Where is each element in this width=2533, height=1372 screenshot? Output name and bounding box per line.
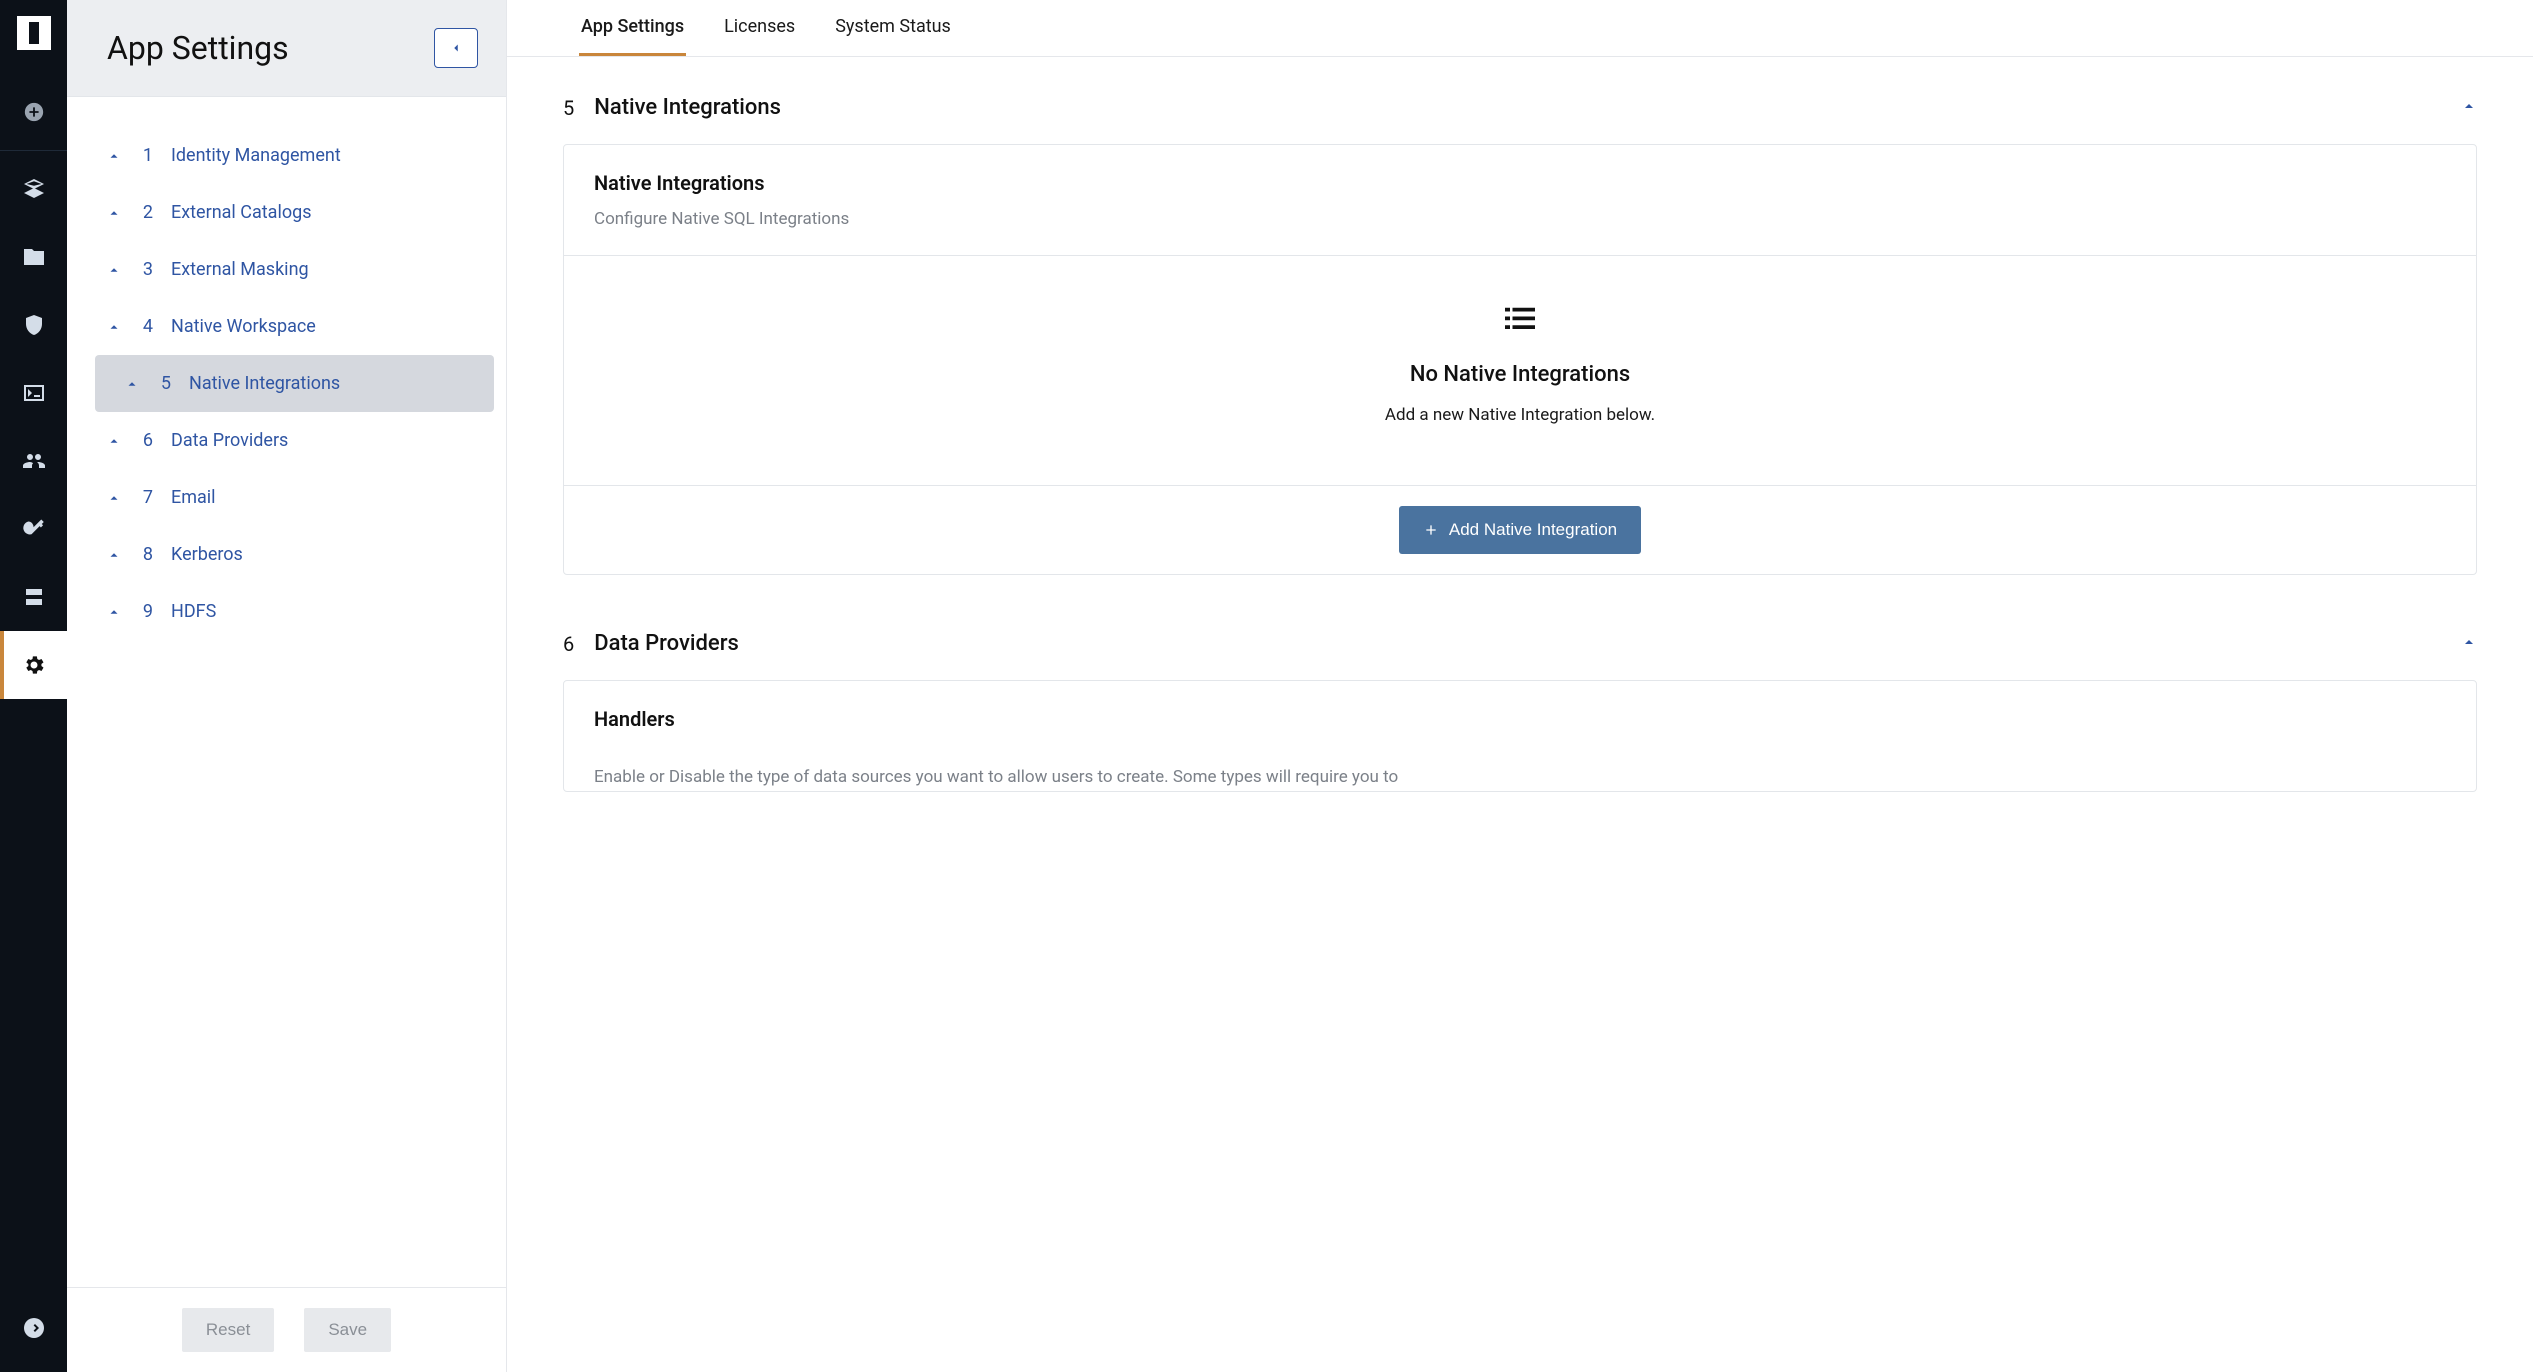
chevron-up-icon: [107, 149, 121, 163]
chevron-up-icon: [107, 548, 121, 562]
chevron-up-icon: [107, 206, 121, 220]
toc-label: Email: [171, 487, 216, 508]
card-head: Native Integrations Configure Native SQL…: [564, 145, 2476, 256]
section-title: Data Providers: [594, 631, 2441, 656]
gear-icon: [22, 653, 46, 677]
toc-item-email[interactable]: 7 Email: [67, 469, 476, 526]
app-logo[interactable]: [17, 16, 51, 50]
sidebar-footer: Reset Save: [67, 1287, 506, 1372]
nav-terminal[interactable]: [0, 359, 67, 427]
nav-collapse[interactable]: [0, 1294, 67, 1362]
toc-label: External Masking: [171, 259, 309, 280]
toc-num: 3: [139, 259, 153, 280]
card-title: Handlers: [594, 707, 2446, 731]
section-title: Native Integrations: [594, 95, 2441, 120]
chevron-up-icon: [107, 491, 121, 505]
toc-num: 9: [139, 601, 153, 622]
tab-app-settings[interactable]: App Settings: [579, 0, 686, 56]
toc-item-native-workspace[interactable]: 4 Native Workspace: [67, 298, 476, 355]
tabs: App Settings Licenses System Status: [507, 0, 2533, 57]
nav-folder[interactable]: [0, 223, 67, 291]
chevron-up-icon: [107, 434, 121, 448]
toc-num: 6: [139, 430, 153, 451]
plus-circle-icon: [23, 101, 45, 123]
native-integrations-card: Native Integrations Configure Native SQL…: [563, 144, 2477, 575]
toc-num: 1: [139, 145, 153, 166]
toc-item-native-integrations[interactable]: 5 Native Integrations: [95, 355, 494, 412]
toc-item-identity-management[interactable]: 1 Identity Management: [67, 127, 476, 184]
list-icon: [1505, 306, 1535, 332]
add-native-integration-button[interactable]: Add Native Integration: [1399, 506, 1641, 554]
nav-layers[interactable]: [0, 155, 67, 223]
folder-icon: [22, 245, 46, 269]
card-subtitle: Configure Native SQL Integrations: [594, 209, 2446, 229]
add-native-integration-label: Add Native Integration: [1449, 520, 1617, 540]
chevron-up-icon: [2461, 634, 2477, 654]
toc-item-kerberos[interactable]: 8 Kerberos: [67, 526, 476, 583]
nav-storage[interactable]: [0, 563, 67, 631]
arrow-right-circle-icon: [22, 1316, 46, 1340]
toc-label: Data Providers: [171, 430, 288, 451]
terminal-icon: [22, 381, 46, 405]
card-body: Enable or Disable the type of data sourc…: [564, 755, 2476, 791]
shield-icon: [22, 313, 46, 337]
tab-system-status[interactable]: System Status: [833, 0, 953, 56]
section-num: 5: [563, 96, 574, 120]
toc-label: Native Integrations: [189, 373, 340, 394]
main: App Settings Licenses System Status 5 Na…: [507, 0, 2533, 1372]
chevron-up-icon: [107, 605, 121, 619]
toc-item-external-catalogs[interactable]: 2 External Catalogs: [67, 184, 476, 241]
tab-licenses[interactable]: Licenses: [722, 0, 797, 56]
toc-num: 5: [157, 373, 171, 394]
sidebar-title: App Settings: [107, 29, 289, 67]
toc-item-external-masking[interactable]: 3 External Masking: [67, 241, 476, 298]
toc-num: 7: [139, 487, 153, 508]
settings-sidebar: App Settings 1 Identity Management 2 Ext…: [67, 0, 507, 1372]
toc-num: 2: [139, 202, 153, 223]
nav-key[interactable]: [0, 495, 67, 563]
empty-title: No Native Integrations: [594, 362, 2446, 387]
toc-num: 8: [139, 544, 153, 565]
toc-label: Kerberos: [171, 544, 243, 565]
toc-label: Identity Management: [171, 145, 341, 166]
section-header-data-providers[interactable]: 6 Data Providers: [563, 623, 2477, 680]
storage-icon: [22, 585, 46, 609]
empty-subtitle: Add a new Native Integration below.: [594, 405, 2446, 425]
sidebar-collapse-button[interactable]: [434, 28, 478, 68]
users-icon: [22, 449, 46, 473]
toc-label: HDFS: [171, 601, 216, 622]
nav-users[interactable]: [0, 427, 67, 495]
chevron-left-icon: [449, 41, 463, 55]
nav-settings[interactable]: [0, 631, 67, 699]
reset-button[interactable]: Reset: [182, 1308, 274, 1352]
sidebar-header: App Settings: [67, 0, 506, 97]
toc-scroll[interactable]: 1 Identity Management 2 External Catalog…: [67, 97, 506, 1287]
toc-label: Native Workspace: [171, 316, 316, 337]
nav-shield[interactable]: [0, 291, 67, 359]
chevron-up-icon: [125, 377, 139, 391]
key-icon: [22, 517, 46, 541]
toc-item-hdfs[interactable]: 9 HDFS: [67, 583, 476, 640]
nav-rail: [0, 0, 67, 1372]
save-button[interactable]: Save: [304, 1308, 391, 1352]
toc-label: External Catalogs: [171, 202, 312, 223]
handlers-card: Handlers Enable or Disable the type of d…: [563, 680, 2477, 792]
toc-item-data-providers[interactable]: 6 Data Providers: [67, 412, 476, 469]
card-title: Native Integrations: [594, 171, 2446, 195]
section-num: 6: [563, 632, 574, 656]
chevron-up-icon: [2461, 98, 2477, 118]
sidebar-body: 1 Identity Management 2 External Catalog…: [67, 97, 506, 1287]
card-footer: Add Native Integration: [564, 486, 2476, 574]
nav-add[interactable]: [0, 78, 67, 146]
content[interactable]: 5 Native Integrations Native Integration…: [507, 57, 2533, 1372]
chevron-up-icon: [107, 263, 121, 277]
section-header-native-integrations[interactable]: 5 Native Integrations: [563, 87, 2477, 144]
plus-icon: [1423, 522, 1439, 538]
card-head: Handlers: [564, 681, 2476, 755]
layers-icon: [22, 177, 46, 201]
chevron-up-icon: [107, 320, 121, 334]
toc-num: 4: [139, 316, 153, 337]
empty-state: No Native Integrations Add a new Native …: [564, 256, 2476, 486]
